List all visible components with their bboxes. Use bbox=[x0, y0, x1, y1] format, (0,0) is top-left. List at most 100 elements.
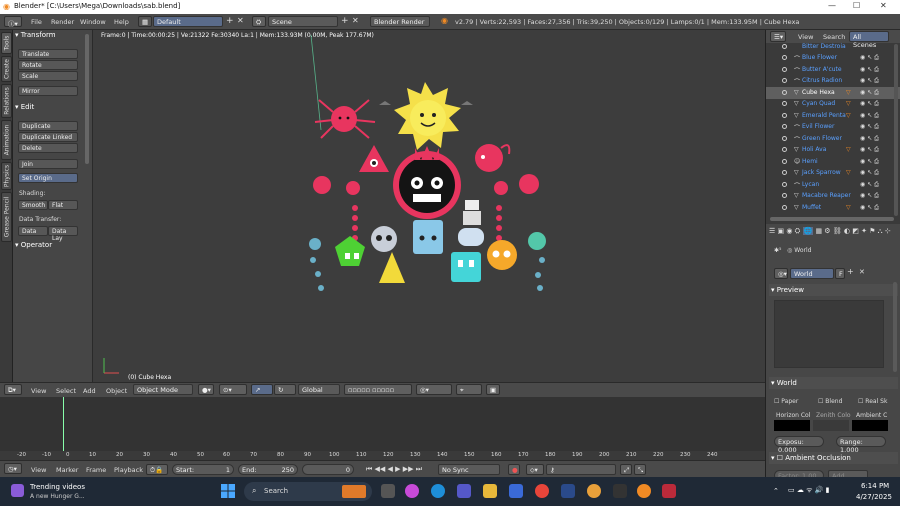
remove-scene-icon[interactable]: ✕ bbox=[352, 16, 359, 25]
task-view-icon[interactable] bbox=[381, 484, 395, 498]
outliner-row[interactable]: ▽ Holi Ava ▽ ◉ ↖ ⎙ bbox=[766, 144, 900, 156]
scale-button[interactable]: Scale bbox=[18, 71, 78, 81]
fake-user-button[interactable]: F bbox=[835, 268, 845, 279]
outliner-row[interactable]: ▽ Cube Hexa ▽ ◉ ↖ ⎙ bbox=[766, 87, 900, 99]
outliner-row[interactable]: ⌒ Blue Flower ◉ ↖ ⎙ bbox=[766, 52, 900, 64]
maximize-icon[interactable]: ☐ bbox=[853, 1, 860, 10]
outliner-row[interactable]: ⌒ Green Flower ◉ ↖ ⎙ bbox=[766, 133, 900, 145]
sync-mode-select[interactable]: No Sync bbox=[438, 464, 500, 475]
copilot-icon[interactable] bbox=[405, 484, 419, 498]
chrome-profile-icon[interactable] bbox=[587, 484, 601, 498]
minimize-icon[interactable]: — bbox=[828, 1, 836, 10]
blend-sky-checkbox[interactable]: ☐ Blend bbox=[818, 398, 842, 405]
app-taskbar-icon[interactable] bbox=[662, 484, 676, 498]
operator-panel-header[interactable]: ▾ Operator bbox=[15, 241, 91, 252]
scene-objects[interactable] bbox=[93, 30, 765, 382]
outliner-row[interactable]: ☺ Hemi ◉ ↖ ⎙ bbox=[766, 156, 900, 168]
tab-animation[interactable]: Animation bbox=[1, 120, 12, 160]
menu-help[interactable]: Help bbox=[114, 18, 129, 26]
menu-playback[interactable]: Playback bbox=[114, 466, 143, 474]
outliner-row[interactable]: ▽ Muffet ▽ ◉ ↖ ⎙ bbox=[766, 202, 900, 214]
teams-icon[interactable] bbox=[457, 484, 471, 498]
outliner-row[interactable]: ⌒ Evil Flower ◉ ↖ ⎙ bbox=[766, 121, 900, 133]
clock-time[interactable]: 6:14 PM bbox=[861, 482, 889, 490]
store-icon[interactable] bbox=[509, 484, 523, 498]
blender-taskbar-icon[interactable] bbox=[637, 484, 651, 498]
rotate-manipulator-icon[interactable]: ↻ bbox=[274, 384, 296, 395]
range-field[interactable]: Range: 1.000 bbox=[836, 436, 886, 454]
menu-window[interactable]: Window bbox=[80, 18, 106, 26]
scene-icon[interactable]: ⛭ bbox=[252, 16, 266, 27]
translate-button[interactable]: Translate bbox=[18, 49, 78, 59]
end-frame-field[interactable]: End: 250 bbox=[238, 464, 298, 475]
outliner-row[interactable]: ▽ Jack Sparrow ▽ ◉ ↖ ⎙ bbox=[766, 167, 900, 179]
render-engine-select[interactable]: Blender Render bbox=[370, 16, 430, 27]
chrome-icon[interactable] bbox=[535, 484, 549, 498]
tool-shelf-scrollbar[interactable] bbox=[85, 34, 89, 164]
outliner-row[interactable]: ⌒ Lycan ◉ ↖ ⎙ bbox=[766, 179, 900, 191]
join-button[interactable]: Join bbox=[18, 159, 78, 169]
tab-tools[interactable]: Tools bbox=[1, 32, 12, 54]
start-icon[interactable] bbox=[221, 484, 235, 498]
menu-marker[interactable]: Marker bbox=[56, 466, 78, 474]
zenith-color-swatch[interactable] bbox=[813, 420, 849, 431]
outliner-row[interactable]: ⌒ Citrus Radion ◉ ↖ ⎙ bbox=[766, 75, 900, 87]
set-origin-select[interactable]: Set Origin bbox=[18, 173, 78, 183]
edge-icon[interactable] bbox=[431, 484, 445, 498]
editor-type-icon[interactable]: ⧉▾ bbox=[4, 384, 22, 395]
duplicate-linked-button[interactable]: Duplicate Linked bbox=[18, 132, 78, 142]
duplicate-button[interactable]: Duplicate bbox=[18, 121, 78, 131]
screen-layout-icon[interactable]: ▦ bbox=[138, 16, 152, 27]
terminal-icon[interactable] bbox=[613, 484, 627, 498]
outliner-hscrollbar[interactable] bbox=[770, 217, 894, 221]
mirror-button[interactable]: Mirror bbox=[18, 86, 78, 96]
render-preview-icon[interactable]: ▣ bbox=[486, 384, 500, 395]
outliner[interactable]: ☰▾ View Search All Scenes Bitter Destroi… bbox=[765, 30, 900, 224]
preview-panel-header[interactable]: ▾ Preview bbox=[769, 284, 898, 296]
delete-button[interactable]: Delete bbox=[18, 143, 78, 153]
taskbar-search-box[interactable]: ⌕ Search bbox=[244, 482, 372, 501]
world-browse-icon[interactable]: ◎▾ bbox=[774, 268, 788, 279]
unlink-world-icon[interactable]: ✕ bbox=[859, 268, 865, 276]
new-world-icon[interactable]: + bbox=[847, 267, 854, 276]
proportional-edit-icon[interactable]: ◎▾ bbox=[416, 384, 452, 395]
start-frame-field[interactable]: Start: 1 bbox=[172, 464, 234, 475]
screen-layout-field[interactable]: Default bbox=[153, 16, 223, 27]
transform-panel-header[interactable]: ▾ Transform bbox=[15, 31, 91, 42]
outliner-scrollbar[interactable] bbox=[894, 44, 898, 216]
real-sky-checkbox[interactable]: ☐ Real Sk bbox=[858, 398, 887, 405]
smooth-button[interactable]: Smooth bbox=[18, 200, 48, 210]
preview-range-icon[interactable]: ⏱🔒 bbox=[146, 464, 168, 475]
playback-controls-icon[interactable]: ⏮ ◀◀ ◀ ▶ ▶▶ ⏭ bbox=[366, 465, 422, 474]
edit-panel-header[interactable]: ▾ Edit bbox=[15, 103, 91, 114]
record-icon[interactable]: ● bbox=[508, 464, 520, 475]
data-button[interactable]: Data bbox=[18, 226, 48, 236]
menu-frame[interactable]: Frame bbox=[86, 466, 106, 474]
current-frame-field[interactable]: 0 bbox=[302, 464, 354, 475]
flat-button[interactable]: Flat bbox=[48, 200, 78, 210]
file-explorer-icon[interactable] bbox=[483, 484, 497, 498]
menu-object[interactable]: Object bbox=[106, 387, 127, 395]
outliner-row[interactable]: ▽ Cyan Quad ▽ ◉ ↖ ⎙ bbox=[766, 98, 900, 110]
editor-type-icon[interactable]: ⓘ▾ bbox=[4, 16, 22, 28]
exposure-field[interactable]: Exposu: 0.000 bbox=[774, 436, 824, 454]
clock-date[interactable]: 4/27/2025 bbox=[856, 493, 892, 501]
3d-viewport[interactable]: Frame:0 | Time:00:00:25 | Ve:21322 Fe:30… bbox=[93, 30, 765, 382]
editor-type-icon[interactable]: ◷▾ bbox=[4, 463, 22, 474]
properties-scrollbar[interactable] bbox=[893, 282, 897, 372]
menu-add[interactable]: Add bbox=[83, 387, 96, 395]
timeline-area[interactable]: -20 -10 0 10 20 30 40 50 60 70 80 90 100… bbox=[0, 397, 765, 460]
world-name-field[interactable]: World bbox=[790, 268, 834, 279]
menu-view[interactable]: View bbox=[31, 387, 46, 395]
tab-relations[interactable]: Relations bbox=[1, 84, 12, 118]
scene-field[interactable]: Scene bbox=[268, 16, 338, 27]
menu-select[interactable]: Select bbox=[56, 387, 76, 395]
tab-grease-pencil[interactable]: Grease Pencil bbox=[1, 192, 12, 242]
tab-create[interactable]: Create bbox=[1, 56, 12, 82]
mode-select[interactable]: Object Mode bbox=[133, 384, 193, 395]
insert-keyframe-icon[interactable]: ⤢ bbox=[620, 464, 632, 475]
add-scene-icon[interactable]: + bbox=[341, 16, 349, 26]
add-layout-icon[interactable]: + bbox=[226, 16, 234, 26]
ambient-color-swatch[interactable] bbox=[852, 420, 888, 431]
layers-icon[interactable]: ▫▫▫▫▫ ▫▫▫▫▫ bbox=[344, 384, 412, 395]
